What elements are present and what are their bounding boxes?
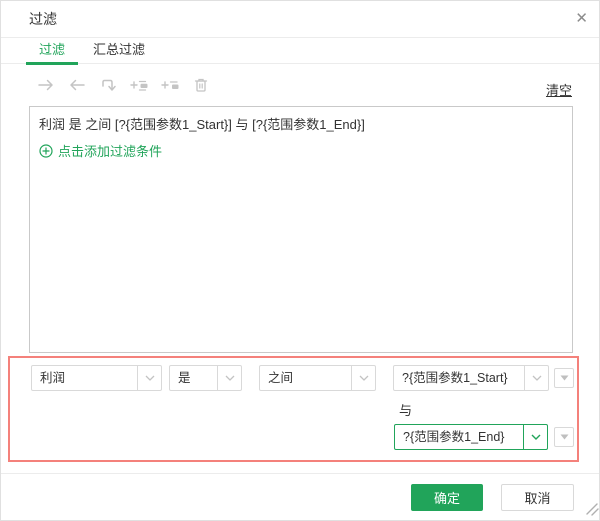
end-value-select[interactable]: ?{范围参数1_End} [394, 424, 548, 450]
start-value: ?{范围参数1_Start} [394, 366, 524, 390]
filter-dialog: 过滤 ✕ 过滤 汇总过滤 清空 利润 是 之间 [?{范围参数1_Start}]… [0, 0, 600, 521]
relation-select[interactable]: 之间 [259, 365, 376, 391]
condition-toolbar [36, 67, 211, 103]
condition-expression-row[interactable]: 利润 是 之间 [?{范围参数1_Start}] 与 [?{范围参数1_End}… [39, 114, 563, 135]
condition-list: 利润 是 之间 [?{范围参数1_Start}] 与 [?{范围参数1_End}… [29, 106, 573, 353]
chevron-down-icon [137, 366, 161, 390]
start-param-menu-button[interactable] [554, 368, 574, 388]
condition-editor-panel: 利润 是 之间 ?{范围参数1_Start} 与 ?{范围参数1_End} [8, 356, 579, 462]
add-condition-label: 点击添加过滤条件 [58, 141, 162, 160]
operator-select[interactable]: 是 [169, 365, 242, 391]
ok-button[interactable]: 确定 [411, 484, 483, 511]
tab-bar: 过滤 汇总过滤 [1, 38, 599, 64]
operator-select-value: 是 [170, 366, 217, 390]
add-condition-icon[interactable] [129, 75, 149, 95]
close-icon[interactable]: ✕ [575, 10, 588, 28]
chevron-down-icon [523, 425, 547, 449]
delete-icon[interactable] [191, 75, 211, 95]
arrow-left-icon[interactable] [67, 75, 87, 95]
resize-handle-icon[interactable] [585, 502, 599, 521]
footer-divider [1, 473, 599, 474]
field-select-value: 利润 [32, 366, 137, 390]
end-param-menu-button[interactable] [554, 427, 574, 447]
add-condition-group-icon[interactable] [160, 75, 180, 95]
tab-summary-filter[interactable]: 汇总过滤 [92, 38, 146, 63]
caret-down-icon [560, 434, 569, 440]
connector-label: 与 [399, 400, 412, 419]
cancel-button[interactable]: 取消 [501, 484, 574, 511]
start-value-select[interactable]: ?{范围参数1_Start} [393, 365, 549, 391]
dialog-titlebar: 过滤 ✕ [1, 1, 599, 38]
chevron-down-icon [217, 366, 241, 390]
arrow-right-icon[interactable] [36, 75, 56, 95]
dialog-title: 过滤 [29, 1, 57, 38]
move-condition-icon[interactable] [98, 75, 118, 95]
end-value: ?{范围参数1_End} [395, 425, 523, 449]
relation-select-value: 之间 [260, 366, 351, 390]
clear-link[interactable]: 清空 [546, 80, 572, 99]
caret-down-icon [560, 375, 569, 381]
plus-circle-icon [39, 144, 53, 158]
tab-filter[interactable]: 过滤 [26, 38, 78, 65]
field-select[interactable]: 利润 [31, 365, 162, 391]
add-condition-link[interactable]: 点击添加过滤条件 [39, 141, 162, 160]
chevron-down-icon [524, 366, 548, 390]
chevron-down-icon [351, 366, 375, 390]
